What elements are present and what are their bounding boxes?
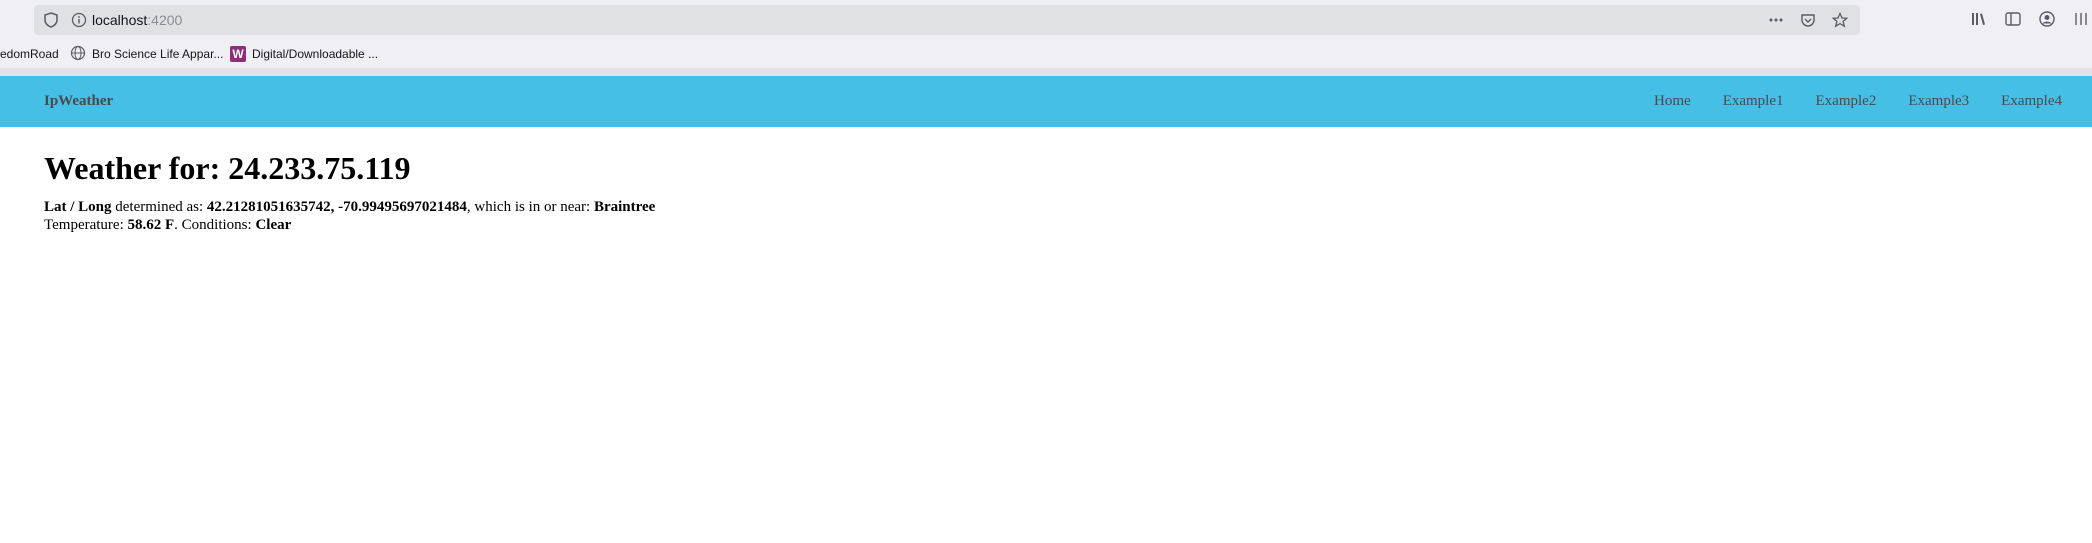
- temperature-label: Temperature:: [44, 217, 128, 233]
- bookmarks-toolbar: edomRoad Bro Science Life Appar... W Dig…: [0, 40, 2092, 68]
- bookmark-item[interactable]: edomRoad: [0, 40, 59, 68]
- temperature-line: Temperature: 58.62 F. Conditions: Clear: [44, 216, 655, 234]
- url-port: :4200: [147, 12, 183, 28]
- coordinates-value: 42.21281051635742, -70.99495697021484: [206, 199, 467, 215]
- address-bar[interactable]: localhost:4200: [34, 5, 1860, 35]
- bookmark-item[interactable]: Bro Science Life Appar...: [70, 40, 223, 68]
- globe-icon: [70, 45, 86, 64]
- info-icon[interactable]: [70, 11, 88, 29]
- shield-icon[interactable]: [42, 11, 60, 29]
- library-icon[interactable]: [1968, 8, 1990, 30]
- city-value: Braintree: [593, 199, 656, 215]
- nav-link-home[interactable]: Home: [1638, 76, 1707, 127]
- account-icon[interactable]: [2036, 8, 2058, 30]
- nav-link-example1[interactable]: Example1: [1707, 76, 1800, 127]
- app-navbar: IpWeather Home Example1 Example2 Example…: [0, 76, 2092, 127]
- latlong-label: Lat / Long: [44, 199, 112, 215]
- bookmark-star-icon[interactable]: [1830, 10, 1850, 30]
- chrome-divider: [0, 68, 2092, 76]
- bookmark-label: edomRoad: [0, 47, 59, 61]
- sidebar-icon[interactable]: [2002, 8, 2024, 30]
- main-content: Weather for: 24.233.75.119 Lat / Long de…: [44, 150, 655, 234]
- location-line: Lat / Long determined as: 42.21281051635…: [44, 198, 655, 216]
- nav-links: Home Example1 Example2 Example3 Example4: [1638, 76, 2078, 127]
- extensions-icon[interactable]: [2070, 8, 2092, 30]
- bookmark-label: Bro Science Life Appar...: [92, 47, 224, 61]
- more-actions-icon[interactable]: [1766, 10, 1786, 30]
- url-text[interactable]: localhost:4200: [92, 5, 182, 35]
- nav-link-example3[interactable]: Example3: [1892, 76, 1985, 127]
- weather-info: Lat / Long determined as: 42.21281051635…: [44, 198, 655, 234]
- nav-link-example4[interactable]: Example4: [1985, 76, 2078, 127]
- bookmark-item[interactable]: W Digital/Downloadable ...: [230, 40, 378, 68]
- near-text: , which is in or near:: [466, 199, 594, 215]
- browser-toolbar: localhost:4200: [0, 0, 2092, 40]
- brand-link[interactable]: IpWeather: [44, 76, 113, 127]
- nav-link-example2[interactable]: Example2: [1800, 76, 1893, 127]
- page-title: Weather for: 24.233.75.119: [44, 150, 411, 186]
- determined-text: determined as:: [111, 199, 207, 215]
- bookmark-label: Digital/Downloadable ...: [252, 47, 379, 61]
- url-host: localhost: [92, 12, 148, 28]
- w-logo-icon: W: [230, 46, 246, 62]
- conditions-value: Clear: [255, 217, 292, 233]
- conditions-label: . Conditions:: [174, 217, 256, 233]
- temperature-value: 58.62 F: [127, 217, 175, 233]
- pocket-icon[interactable]: [1798, 10, 1818, 30]
